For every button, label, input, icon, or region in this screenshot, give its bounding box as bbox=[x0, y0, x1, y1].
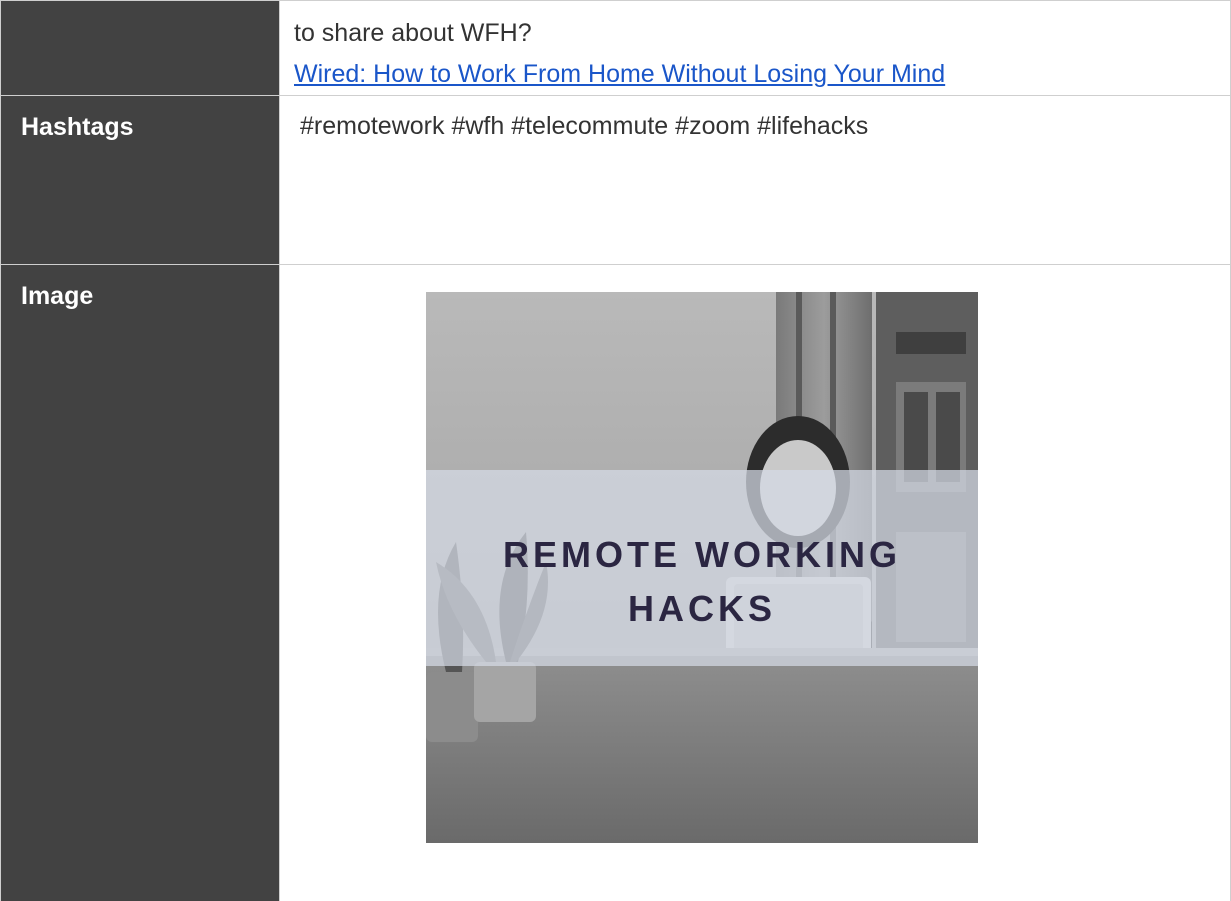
image-overlay-title: REMOTE WORKING HACKS bbox=[426, 528, 978, 636]
intro-label-cell bbox=[0, 0, 280, 96]
intro-text: to share about WFH? bbox=[294, 19, 532, 47]
overlay-line-1: REMOTE WORKING bbox=[503, 534, 901, 575]
hashtags-value-cell: #remotework #wfh #telecommute #zoom #lif… bbox=[279, 95, 1231, 265]
image-label: Image bbox=[21, 282, 94, 310]
intro-value-cell: to share about WFH? Wired: How to Work F… bbox=[279, 0, 1231, 96]
table-row-hashtags: Hashtags #remotework #wfh #telecommute #… bbox=[0, 95, 1231, 265]
hashtags-label: Hashtags bbox=[21, 113, 134, 141]
document-page: to share about WFH? Wired: How to Work F… bbox=[0, 0, 1231, 901]
post-image: REMOTE WORKING HACKS bbox=[426, 292, 978, 843]
wired-article-link[interactable]: Wired: How to Work From Home Without Los… bbox=[294, 54, 945, 95]
image-label-cell: Image bbox=[0, 264, 280, 901]
hashtags-value: #remotework #wfh #telecommute #zoom #lif… bbox=[300, 112, 869, 140]
hashtags-label-cell: Hashtags bbox=[0, 95, 280, 265]
overlay-line-2: HACKS bbox=[627, 588, 776, 629]
table-row-intro: to share about WFH? Wired: How to Work F… bbox=[0, 0, 1231, 96]
